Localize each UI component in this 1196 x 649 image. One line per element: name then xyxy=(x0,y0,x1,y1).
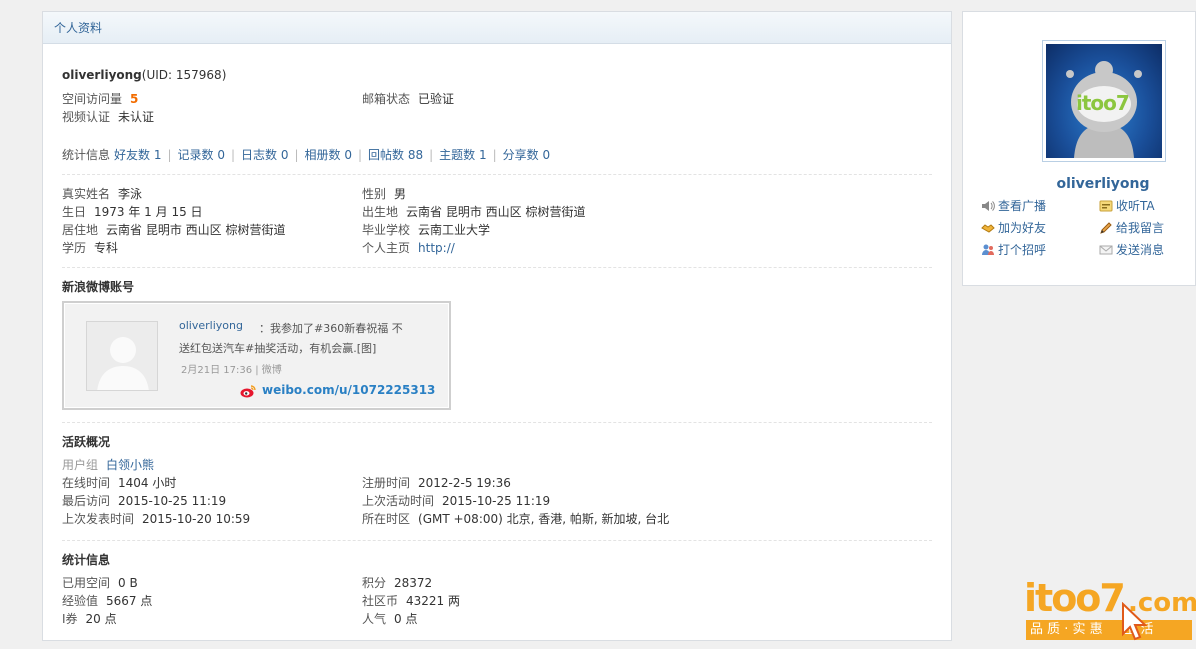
profile-username: oliverliyong xyxy=(62,68,142,82)
coins-value: 43221 两 xyxy=(406,594,461,608)
homepage-link[interactable]: http:// xyxy=(418,241,455,255)
birthday-value: 1973 年 1 月 15 日 xyxy=(94,205,203,219)
panel-header: 个人资料 xyxy=(43,12,951,44)
follow-icon xyxy=(1099,200,1113,212)
email-status-value: 已验证 xyxy=(418,92,455,106)
friends-count-link[interactable]: 好友数 1 xyxy=(114,148,161,162)
coins-label: 社区币 xyxy=(362,594,399,608)
records-count-link[interactable]: 记录数 0 xyxy=(178,148,225,162)
add-friend-button[interactable]: 加为好友 xyxy=(981,219,1046,237)
last-post-value: 2015-10-20 10:59 xyxy=(142,512,251,526)
usergroup-link[interactable]: 白领小熊 xyxy=(106,458,154,472)
profile-panel: 个人资料 oliverliyong(UID: 157968) 空间访问量 5 邮箱… xyxy=(42,11,952,641)
default-avatar-icon xyxy=(87,322,157,390)
used-space-value: 0 B xyxy=(118,576,138,590)
gender-label: 性别 xyxy=(362,187,387,201)
divider xyxy=(62,422,932,423)
usergroup-label: 用户组 xyxy=(62,458,99,472)
weibo-logo-icon xyxy=(240,385,256,398)
weibo-post-meta: 2月21日 17:36 | 微博 xyxy=(181,365,282,376)
brand-logo-text: itoo7 xyxy=(1024,576,1126,620)
divider xyxy=(62,174,932,175)
albums-count-link[interactable]: 相册数 0 xyxy=(305,148,352,162)
last-active-value: 2015-10-25 11:19 xyxy=(442,494,551,508)
last-visit-value: 2015-10-25 11:19 xyxy=(118,494,227,508)
realname-value: 李泳 xyxy=(118,187,143,201)
weibo-url-link[interactable]: weibo.com/u/1072225313 xyxy=(262,383,435,397)
video-auth-label: 视频认证 xyxy=(62,110,111,124)
popularity-label: 人气 xyxy=(362,612,387,626)
user-avatar[interactable]: itoo7 xyxy=(1042,40,1166,162)
shares-count-link[interactable]: 分享数 0 xyxy=(503,148,550,162)
panel-title: 个人资料 xyxy=(54,21,103,35)
site-brand-watermark: itoo7 .com 品 质 · 实 惠 生 活 xyxy=(1024,576,1196,642)
popularity-value: 0 点 xyxy=(394,612,418,626)
timezone-label: 所在时区 xyxy=(362,512,411,526)
voucher-value: 20 点 xyxy=(85,612,117,626)
pencil-icon xyxy=(1100,222,1112,234)
register-time-value: 2012-2-5 19:36 xyxy=(418,476,511,490)
online-time-label: 在线时间 xyxy=(62,476,111,490)
greet-button[interactable]: 打个招呼 xyxy=(981,241,1046,259)
last-post-label: 上次发表时间 xyxy=(62,512,135,526)
school-value: 云南工业大学 xyxy=(418,223,491,237)
online-time-value: 1404 小时 xyxy=(118,476,177,490)
replies-count-link[interactable]: 回帖数 88 xyxy=(368,148,423,162)
education-label: 学历 xyxy=(62,241,87,255)
weibo-avatar xyxy=(86,321,158,391)
used-space-label: 已用空间 xyxy=(62,576,111,590)
homepage-label: 个人主页 xyxy=(362,241,411,255)
realname-label: 真实姓名 xyxy=(62,187,111,201)
handshake-icon xyxy=(981,224,995,233)
timezone-value: (GMT +08:00) 北京, 香港, 帕斯, 新加坡, 台北 xyxy=(418,512,670,526)
stats-links: 统计信息 好友数 1 | 记录数 0 | 日志数 0 | 相册数 0 | 回帖数 88 | 主题数 1… xyxy=(62,148,551,162)
visits-label: 空间访问量 xyxy=(62,92,123,106)
weibo-username-link[interactable]: oliverliyong xyxy=(179,319,243,332)
send-message-button[interactable]: 发送消息 xyxy=(1099,241,1164,259)
education-value: 专科 xyxy=(94,241,119,255)
user-sidebar: itoo7 oliverliyong 查看广播 收听TA 加为好友 给我留言 打… xyxy=(962,11,1196,286)
users-icon xyxy=(982,244,994,255)
avatar-logo-text: itoo7 xyxy=(1076,91,1130,115)
birthday-label: 生日 xyxy=(62,205,87,219)
residence-value: 云南省 昆明市 西山区 棕树营街道 xyxy=(106,223,286,237)
points-value: 28372 xyxy=(394,576,433,590)
view-broadcast-button[interactable]: 查看广播 xyxy=(981,197,1046,215)
experience-label: 经验值 xyxy=(62,594,99,608)
username-line: oliverliyong(UID: 157968) xyxy=(62,66,932,84)
sidebar-username[interactable]: oliverliyong xyxy=(963,176,1196,192)
blogs-count-link[interactable]: 日志数 0 xyxy=(241,148,288,162)
birthplace-value: 云南省 昆明市 西山区 棕树营街道 xyxy=(406,205,586,219)
statistics-section-title: 统计信息 xyxy=(62,553,111,567)
speaker-icon xyxy=(982,201,995,211)
activity-section-title: 活跃概况 xyxy=(62,435,111,449)
register-time-label: 注册时间 xyxy=(362,476,411,490)
points-label: 积分 xyxy=(362,576,387,590)
divider xyxy=(62,540,932,541)
weibo-section-title: 新浪微博账号 xyxy=(62,280,135,294)
weibo-card: ：我参加了#360新春祝福 不送红包送汽车#抽奖活动，有机会赢.[图] oliv… xyxy=(62,301,451,410)
residence-label: 居住地 xyxy=(62,223,99,237)
profile-uid: (UID: 157968) xyxy=(141,68,227,82)
last-active-label: 上次活动时间 xyxy=(362,494,435,508)
experience-value: 5667 点 xyxy=(106,594,153,608)
school-label: 毕业学校 xyxy=(362,223,411,237)
last-visit-label: 最后访问 xyxy=(62,494,111,508)
birthplace-label: 出生地 xyxy=(362,205,399,219)
email-status-label: 邮箱状态 xyxy=(362,92,411,106)
stats-links-label: 统计信息 xyxy=(62,148,111,162)
visits-count-link[interactable]: 5 xyxy=(130,92,138,106)
voucher-label: I券 xyxy=(62,612,78,626)
follow-button[interactable]: 收听TA xyxy=(1099,197,1155,215)
leave-message-button[interactable]: 给我留言 xyxy=(1099,219,1164,237)
cursor-icon xyxy=(1122,602,1148,641)
gender-value: 男 xyxy=(394,187,407,201)
threads-count-link[interactable]: 主题数 1 xyxy=(439,148,486,162)
video-auth-value: 未认证 xyxy=(118,110,155,124)
divider xyxy=(62,267,932,268)
envelope-icon xyxy=(1099,245,1113,255)
